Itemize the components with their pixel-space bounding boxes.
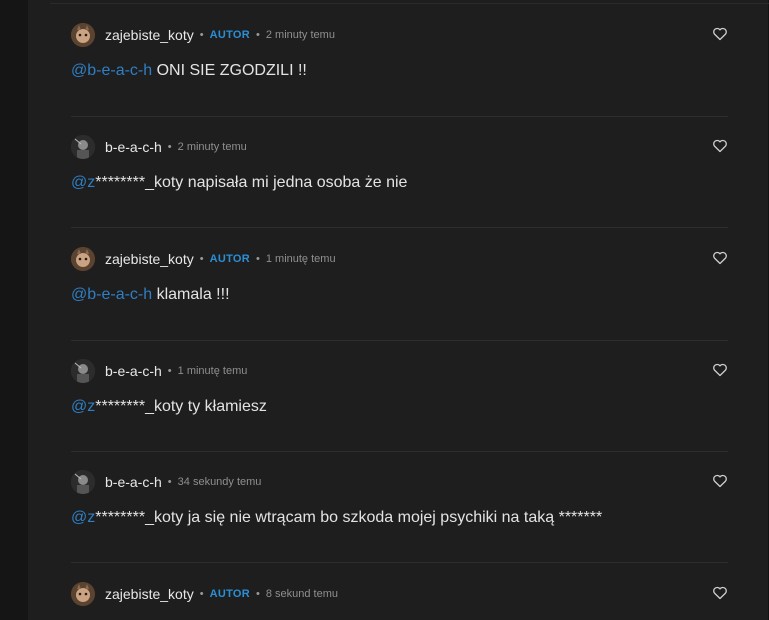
- timestamp: 34 sekundy temu: [177, 476, 262, 488]
- separator-dot: •: [256, 253, 260, 265]
- mention-link[interactable]: @b-e-a-c-h: [71, 286, 152, 303]
- timestamp: 2 minuty temu: [177, 141, 247, 153]
- avatar[interactable]: [71, 470, 95, 494]
- comment-body: @b-e-a-c-h ONI SIE ZGODZILI !!: [71, 62, 728, 80]
- username[interactable]: zajebiste_koty: [105, 27, 194, 43]
- author-badge: AUTOR: [209, 29, 250, 41]
- heart-outline-icon[interactable]: [712, 250, 728, 266]
- avatar[interactable]: [71, 359, 95, 383]
- mention-link[interactable]: @z: [71, 174, 95, 191]
- timestamp: 1 minutę temu: [177, 365, 248, 377]
- mention-link[interactable]: @z: [71, 509, 95, 526]
- comment-header: zajebiste_koty • AUTOR • 8 sekund temu: [71, 581, 728, 607]
- left-gutter: [0, 0, 28, 620]
- comment-body: @z********_koty ty kłamiesz: [71, 398, 728, 416]
- heart-outline-icon[interactable]: [712, 138, 728, 154]
- mention-link[interactable]: @b-e-a-c-h: [71, 62, 152, 79]
- username[interactable]: zajebiste_koty: [105, 586, 194, 602]
- timestamp: 2 minuty temu: [265, 29, 335, 41]
- comment-header: b-e-a-c-h • 34 sekundy temu: [71, 469, 728, 495]
- timestamp: 8 sekund temu: [265, 588, 339, 600]
- comment-divider: [71, 451, 728, 452]
- username[interactable]: b-e-a-c-h: [105, 474, 162, 490]
- panel-divider: [50, 3, 769, 4]
- separator-dot: •: [256, 588, 260, 600]
- avatar[interactable]: [71, 23, 95, 47]
- comment-body: @z********_koty napisała mi jedna osoba …: [71, 174, 728, 192]
- heart-outline-icon[interactable]: [712, 362, 728, 378]
- comment-item: b-e-a-c-h • 1 minutę temu @z********_kot…: [71, 358, 728, 416]
- separator-dot: •: [199, 253, 204, 265]
- username[interactable]: b-e-a-c-h: [105, 139, 162, 155]
- comment-item: zajebiste_koty • AUTOR • 2 minuty temu @…: [71, 22, 728, 80]
- comments-panel: [28, 0, 768, 620]
- heart-outline-icon[interactable]: [712, 473, 728, 489]
- comment-item: b-e-a-c-h • 2 minuty temu @z********_kot…: [71, 134, 728, 192]
- comment-item: zajebiste_koty • AUTOR • 1 minutę temu @…: [71, 246, 728, 304]
- comment-body: @z********_koty ja się nie wtrącam bo sz…: [71, 509, 728, 527]
- author-badge: AUTOR: [209, 588, 250, 600]
- comment-header: b-e-a-c-h • 1 minutę temu: [71, 358, 728, 384]
- comment-text: ********_koty napisała mi jedna osoba że…: [95, 174, 408, 191]
- comment-item: zajebiste_koty • AUTOR • 8 sekund temu: [71, 581, 728, 607]
- separator-dot: •: [199, 29, 204, 41]
- comment-text: ********_koty ty kłamiesz: [95, 398, 267, 415]
- username[interactable]: zajebiste_koty: [105, 251, 194, 267]
- author-badge: AUTOR: [209, 253, 250, 265]
- comment-text: ONI SIE ZGODZILI !!: [152, 62, 307, 79]
- avatar[interactable]: [71, 582, 95, 606]
- comment-divider: [71, 227, 728, 228]
- separator-dot: •: [199, 588, 204, 600]
- separator-dot: •: [167, 141, 172, 153]
- comment-header: zajebiste_koty • AUTOR • 2 minuty temu: [71, 22, 728, 48]
- comment-header: b-e-a-c-h • 2 minuty temu: [71, 134, 728, 160]
- comment-divider: [71, 562, 728, 563]
- mention-link[interactable]: @z: [71, 398, 95, 415]
- username[interactable]: b-e-a-c-h: [105, 363, 162, 379]
- comment-item: b-e-a-c-h • 34 sekundy temu @z********_k…: [71, 469, 728, 527]
- comment-divider: [71, 116, 728, 117]
- separator-dot: •: [167, 365, 172, 377]
- avatar[interactable]: [71, 247, 95, 271]
- comment-text: klamala !!!: [152, 286, 230, 303]
- comment-body: @b-e-a-c-h klamala !!!: [71, 286, 728, 304]
- comment-text: ********_koty ja się nie wtrącam bo szko…: [95, 509, 603, 526]
- avatar[interactable]: [71, 135, 95, 159]
- separator-dot: •: [256, 29, 260, 41]
- timestamp: 1 minutę temu: [265, 253, 336, 265]
- heart-outline-icon[interactable]: [712, 585, 728, 601]
- heart-outline-icon[interactable]: [712, 26, 728, 42]
- comment-divider: [71, 340, 728, 341]
- separator-dot: •: [167, 476, 172, 488]
- comment-header: zajebiste_koty • AUTOR • 1 minutę temu: [71, 246, 728, 272]
